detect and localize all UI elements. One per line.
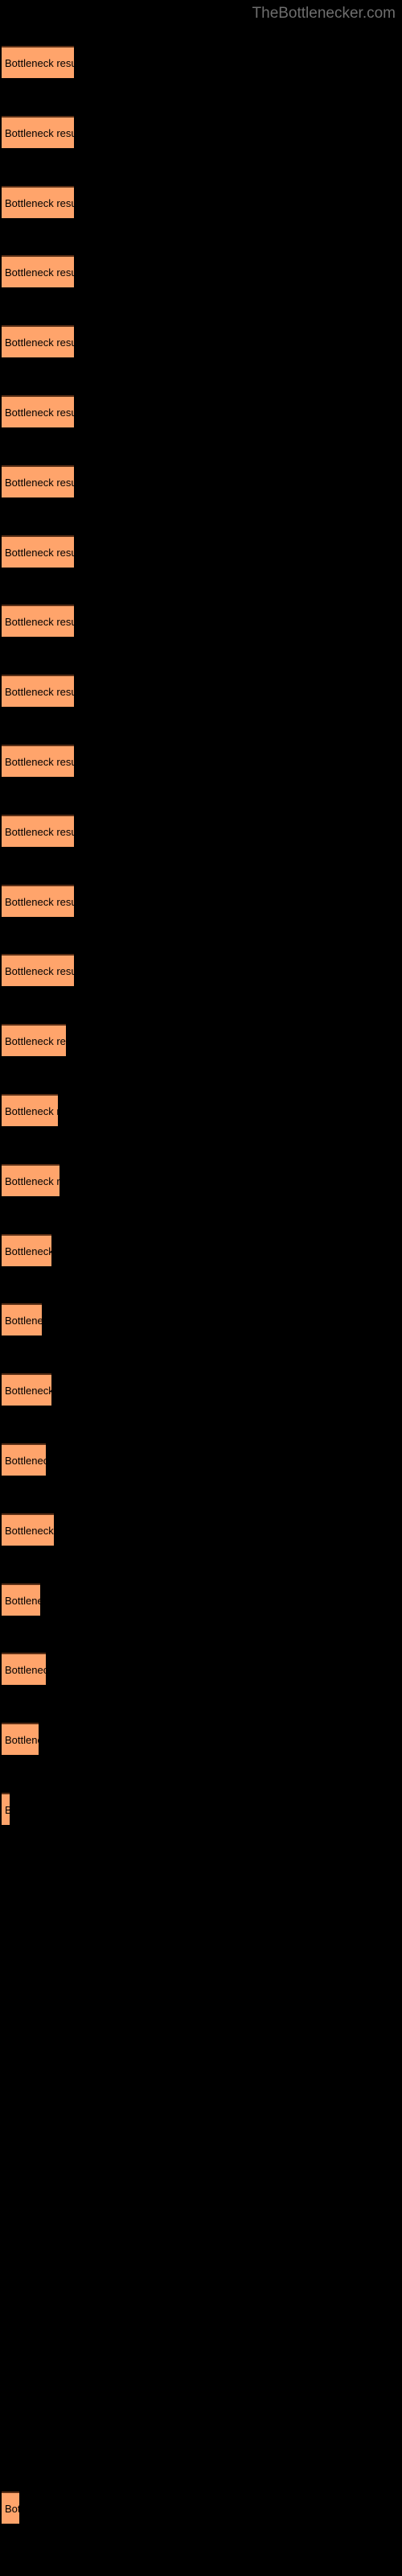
bar-label: Bottleneck result bbox=[5, 1035, 66, 1048]
bar-label: Bottleneck result bbox=[5, 1385, 51, 1397]
bar-row[interactable]: Bottleneck result bbox=[2, 884, 74, 917]
bar-row[interactable]: Bottleneck result bbox=[2, 535, 74, 568]
bar-label: Bottleneck result bbox=[5, 1455, 46, 1467]
bar-row[interactable]: Bottleneck result bbox=[2, 954, 74, 987]
bar-row[interactable]: Bottleneck result bbox=[2, 1233, 51, 1266]
bar-label: Bottleneck result bbox=[5, 1105, 58, 1117]
bar[interactable]: Bottleneck result bbox=[2, 464, 74, 497]
bar-row[interactable]: Bottleneck result bbox=[2, 1653, 46, 1686]
bar[interactable]: Bottleneck result bbox=[2, 255, 74, 288]
bar-label: Bottleneck result bbox=[5, 1594, 40, 1607]
bar[interactable]: Bottleneck result bbox=[2, 954, 74, 987]
bar[interactable]: Bottleneck result bbox=[2, 1373, 51, 1406]
bar-label: Bottleneck result bbox=[5, 1734, 39, 1747]
bar[interactable]: Bottleneck result bbox=[2, 1094, 58, 1126]
bar-row[interactable]: Bottleneck result bbox=[2, 1303, 42, 1336]
bar[interactable]: Bottleneck result bbox=[2, 185, 74, 218]
bar-row[interactable]: Bottleneck result bbox=[2, 814, 74, 847]
bar-label: Bottleneck result bbox=[5, 1794, 10, 1825]
bar-label: Bottleneck result bbox=[5, 1174, 59, 1187]
bar-label: Bottleneck result bbox=[5, 825, 74, 838]
bar-row[interactable]: Bottleneck result bbox=[2, 2491, 19, 2524]
bar-label: Bottleneck result bbox=[5, 546, 74, 559]
bar-row[interactable]: Bottleneck result bbox=[2, 605, 74, 638]
bar-row[interactable]: Bottleneck result bbox=[2, 1373, 51, 1406]
bar-row[interactable]: Bottleneck result bbox=[2, 115, 74, 148]
bar[interactable]: Bottleneck result bbox=[2, 1443, 46, 1476]
bar-row[interactable]: Bottleneck result bbox=[2, 46, 74, 78]
bar[interactable]: Bottleneck result bbox=[2, 395, 74, 427]
bar-label: Bottleneck result bbox=[5, 126, 74, 139]
bar-label: Bottleneck result bbox=[5, 1524, 54, 1537]
bar-label: Bottleneck result bbox=[5, 965, 74, 978]
bar-row[interactable]: Bottleneck result bbox=[2, 255, 74, 288]
bar[interactable]: Bottleneck result bbox=[2, 46, 74, 78]
bar[interactable]: Bottleneck result bbox=[2, 1163, 59, 1196]
bar-label: Bottleneck result bbox=[5, 895, 74, 908]
bar-label: Bottleneck result bbox=[5, 2503, 19, 2515]
bar[interactable]: Bottleneck result bbox=[2, 814, 74, 847]
bar-label: Bottleneck result bbox=[5, 196, 74, 209]
bar-row[interactable]: Bottleneck result bbox=[2, 675, 74, 708]
bar-label: Bottleneck result bbox=[5, 57, 74, 69]
bar-label: Bottleneck result bbox=[5, 616, 74, 629]
bar-label: Bottleneck result bbox=[5, 1664, 46, 1677]
bar[interactable]: Bottleneck result bbox=[2, 325, 74, 358]
bar[interactable]: Bottleneck result bbox=[2, 2491, 19, 2524]
bar-label: Bottleneck result bbox=[5, 407, 74, 419]
bar-row[interactable]: Bottleneck result bbox=[2, 1513, 54, 1546]
bar-row[interactable]: Bottleneck result bbox=[2, 464, 74, 497]
bar-series: Bottleneck result Bottleneck result Bottle… bbox=[0, 0, 402, 2576]
bar[interactable]: Bottleneck result bbox=[2, 1233, 51, 1266]
bar-row[interactable]: Bottleneck result bbox=[2, 395, 74, 427]
bar[interactable]: Bottleneck result bbox=[2, 1024, 66, 1057]
bar-row[interactable]: Bottleneck result bbox=[2, 185, 74, 218]
bar-label: Bottleneck result bbox=[5, 686, 74, 699]
bar-label: Bottleneck result bbox=[5, 336, 74, 349]
bar-row[interactable]: Bottleneck result bbox=[2, 745, 74, 777]
bar-label: Bottleneck result bbox=[5, 266, 74, 279]
bar-label: Bottleneck result bbox=[5, 1315, 42, 1327]
bottleneck-chart: TheBottlenecker.com Bottleneck resultBot… bbox=[0, 0, 402, 2576]
bar[interactable]: Bottleneck result bbox=[2, 605, 74, 638]
bar-label: Bottleneck result bbox=[5, 1245, 51, 1257]
bar-row[interactable]: Bottleneck result bbox=[2, 1024, 66, 1057]
bar[interactable]: Bottleneck result bbox=[2, 535, 74, 568]
bar[interactable]: Bottleneck result bbox=[2, 1303, 42, 1336]
bar[interactable]: Bottleneck result bbox=[2, 1653, 46, 1686]
bar[interactable]: Bottleneck result bbox=[2, 745, 74, 777]
bar-row[interactable]: Bottleneck result bbox=[2, 1094, 58, 1126]
bar-label: Bottleneck result bbox=[5, 756, 74, 768]
bar[interactable]: Bottleneck result bbox=[2, 1513, 54, 1546]
bar-row[interactable]: Bottleneck result bbox=[2, 1793, 10, 1825]
bar[interactable]: Bottleneck result bbox=[2, 884, 74, 917]
bar-label: Bottleneck result bbox=[5, 476, 74, 489]
bar[interactable]: Bottleneck result bbox=[2, 115, 74, 148]
bar-row[interactable]: Bottleneck result bbox=[2, 1163, 59, 1196]
bar-row[interactable]: Bottleneck result bbox=[2, 325, 74, 358]
bar[interactable]: Bottleneck result bbox=[2, 1793, 10, 1825]
bar-row[interactable]: Bottleneck result bbox=[2, 1583, 40, 1616]
bar-row[interactable]: Bottleneck result bbox=[2, 1443, 46, 1476]
bar-row[interactable]: Bottleneck result bbox=[2, 1723, 39, 1756]
bar[interactable]: Bottleneck result bbox=[2, 1723, 39, 1756]
bar[interactable]: Bottleneck result bbox=[2, 1583, 40, 1616]
bar[interactable]: Bottleneck result bbox=[2, 675, 74, 708]
